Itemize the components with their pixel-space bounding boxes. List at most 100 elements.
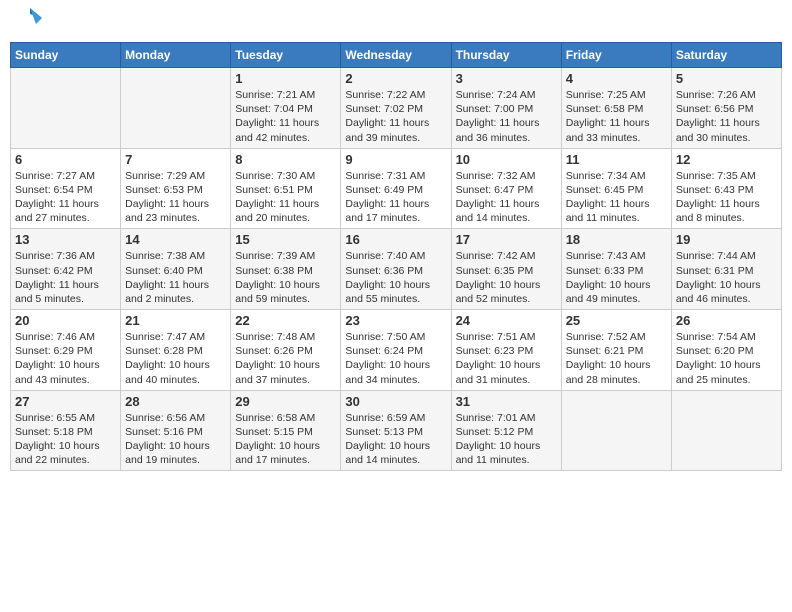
cell-day-number: 10 xyxy=(456,152,557,167)
calendar-cell: 30 Sunrise: 6:59 AM Sunset: 5:13 PM Dayli… xyxy=(341,390,451,471)
calendar-cell xyxy=(561,390,671,471)
cell-day-number: 31 xyxy=(456,394,557,409)
cell-info: Sunrise: 6:59 AM Sunset: 5:13 PM Dayligh… xyxy=(345,411,446,468)
cell-day-number: 27 xyxy=(15,394,116,409)
cell-day-number: 20 xyxy=(15,313,116,328)
calendar-week-row: 20 Sunrise: 7:46 AM Sunset: 6:29 PM Dayli… xyxy=(11,310,782,391)
calendar-week-row: 1Sunrise: 7:21 AM Sunset: 7:04 PM Daylig… xyxy=(11,68,782,149)
cell-day-number: 12 xyxy=(676,152,777,167)
calendar-cell: 28 Sunrise: 6:56 AM Sunset: 5:16 PM Dayli… xyxy=(121,390,231,471)
calendar-week-row: 13 Sunrise: 7:36 AM Sunset: 6:42 PM Dayli… xyxy=(11,229,782,310)
day-header-sunday: Sunday xyxy=(11,43,121,68)
cell-day-number: 13 xyxy=(15,232,116,247)
cell-day-number: 14 xyxy=(125,232,226,247)
cell-day-number: 18 xyxy=(566,232,667,247)
cell-day-number: 4 xyxy=(566,71,667,86)
cell-info: Sunrise: 7:27 AM Sunset: 6:54 PM Dayligh… xyxy=(15,169,116,226)
calendar-table: SundayMondayTuesdayWednesdayThursdayFrid… xyxy=(10,42,782,471)
calendar-week-row: 27 Sunrise: 6:55 AM Sunset: 5:18 PM Dayli… xyxy=(11,390,782,471)
cell-day-number: 19 xyxy=(676,232,777,247)
calendar-cell xyxy=(671,390,781,471)
calendar-cell: 12 Sunrise: 7:35 AM Sunset: 6:43 PM Dayli… xyxy=(671,148,781,229)
calendar-cell: 16 Sunrise: 7:40 AM Sunset: 6:36 PM Dayli… xyxy=(341,229,451,310)
calendar-cell xyxy=(11,68,121,149)
cell-day-number: 3 xyxy=(456,71,557,86)
cell-info: Sunrise: 7:54 AM Sunset: 6:20 PM Dayligh… xyxy=(676,330,777,387)
calendar-header-row: SundayMondayTuesdayWednesdayThursdayFrid… xyxy=(11,43,782,68)
cell-day-number: 16 xyxy=(345,232,446,247)
cell-info: Sunrise: 7:21 AM Sunset: 7:04 PM Dayligh… xyxy=(235,88,336,145)
calendar-cell: 6 Sunrise: 7:27 AM Sunset: 6:54 PM Daylig… xyxy=(11,148,121,229)
day-header-monday: Monday xyxy=(121,43,231,68)
calendar-cell: 25 Sunrise: 7:52 AM Sunset: 6:21 PM Dayli… xyxy=(561,310,671,391)
cell-day-number: 22 xyxy=(235,313,336,328)
cell-info: Sunrise: 7:34 AM Sunset: 6:45 PM Dayligh… xyxy=(566,169,667,226)
calendar-cell: 17 Sunrise: 7:42 AM Sunset: 6:35 PM Dayli… xyxy=(451,229,561,310)
calendar-cell: 26Sunrise: 7:54 AM Sunset: 6:20 PM Dayli… xyxy=(671,310,781,391)
calendar-cell: 9 Sunrise: 7:31 AM Sunset: 6:49 PM Daylig… xyxy=(341,148,451,229)
cell-info: Sunrise: 7:42 AM Sunset: 6:35 PM Dayligh… xyxy=(456,249,557,306)
cell-day-number: 6 xyxy=(15,152,116,167)
calendar-cell: 23Sunrise: 7:50 AM Sunset: 6:24 PM Dayli… xyxy=(341,310,451,391)
cell-info: Sunrise: 7:39 AM Sunset: 6:38 PM Dayligh… xyxy=(235,249,336,306)
cell-day-number: 7 xyxy=(125,152,226,167)
cell-day-number: 30 xyxy=(345,394,446,409)
cell-day-number: 17 xyxy=(456,232,557,247)
calendar-cell: 14 Sunrise: 7:38 AM Sunset: 6:40 PM Dayli… xyxy=(121,229,231,310)
calendar-cell: 10 Sunrise: 7:32 AM Sunset: 6:47 PM Dayli… xyxy=(451,148,561,229)
cell-info: Sunrise: 7:36 AM Sunset: 6:42 PM Dayligh… xyxy=(15,249,116,306)
calendar-cell: 13 Sunrise: 7:36 AM Sunset: 6:42 PM Dayli… xyxy=(11,229,121,310)
calendar-cell: 11Sunrise: 7:34 AM Sunset: 6:45 PM Dayli… xyxy=(561,148,671,229)
cell-info: Sunrise: 7:52 AM Sunset: 6:21 PM Dayligh… xyxy=(566,330,667,387)
calendar-cell: 21Sunrise: 7:47 AM Sunset: 6:28 PM Dayli… xyxy=(121,310,231,391)
day-header-thursday: Thursday xyxy=(451,43,561,68)
logo-icon xyxy=(16,4,44,32)
calendar-cell: 3 Sunrise: 7:24 AM Sunset: 7:00 PM Daylig… xyxy=(451,68,561,149)
calendar-cell: 18 Sunrise: 7:43 AM Sunset: 6:33 PM Dayli… xyxy=(561,229,671,310)
cell-info: Sunrise: 7:51 AM Sunset: 6:23 PM Dayligh… xyxy=(456,330,557,387)
cell-info: Sunrise: 7:38 AM Sunset: 6:40 PM Dayligh… xyxy=(125,249,226,306)
cell-info: Sunrise: 7:43 AM Sunset: 6:33 PM Dayligh… xyxy=(566,249,667,306)
cell-info: Sunrise: 6:58 AM Sunset: 5:15 PM Dayligh… xyxy=(235,411,336,468)
cell-info: Sunrise: 7:31 AM Sunset: 6:49 PM Dayligh… xyxy=(345,169,446,226)
calendar-cell: 7 Sunrise: 7:29 AM Sunset: 6:53 PM Daylig… xyxy=(121,148,231,229)
calendar-cell: 2 Sunrise: 7:22 AM Sunset: 7:02 PM Daylig… xyxy=(341,68,451,149)
logo xyxy=(14,10,44,34)
cell-day-number: 2 xyxy=(345,71,446,86)
cell-info: Sunrise: 7:32 AM Sunset: 6:47 PM Dayligh… xyxy=(456,169,557,226)
cell-day-number: 9 xyxy=(345,152,446,167)
day-header-saturday: Saturday xyxy=(671,43,781,68)
cell-info: Sunrise: 6:55 AM Sunset: 5:18 PM Dayligh… xyxy=(15,411,116,468)
cell-day-number: 24 xyxy=(456,313,557,328)
calendar-cell: 20 Sunrise: 7:46 AM Sunset: 6:29 PM Dayli… xyxy=(11,310,121,391)
cell-day-number: 25 xyxy=(566,313,667,328)
cell-info: Sunrise: 7:01 AM Sunset: 5:12 PM Dayligh… xyxy=(456,411,557,468)
calendar-cell: 24 Sunrise: 7:51 AM Sunset: 6:23 PM Dayli… xyxy=(451,310,561,391)
cell-info: Sunrise: 7:40 AM Sunset: 6:36 PM Dayligh… xyxy=(345,249,446,306)
cell-info: Sunrise: 7:48 AM Sunset: 6:26 PM Dayligh… xyxy=(235,330,336,387)
day-header-wednesday: Wednesday xyxy=(341,43,451,68)
cell-info: Sunrise: 7:47 AM Sunset: 6:28 PM Dayligh… xyxy=(125,330,226,387)
day-header-friday: Friday xyxy=(561,43,671,68)
calendar-cell: 1Sunrise: 7:21 AM Sunset: 7:04 PM Daylig… xyxy=(231,68,341,149)
calendar-cell: 19Sunrise: 7:44 AM Sunset: 6:31 PM Dayli… xyxy=(671,229,781,310)
calendar-cell: 15 Sunrise: 7:39 AM Sunset: 6:38 PM Dayli… xyxy=(231,229,341,310)
calendar-cell: 8Sunrise: 7:30 AM Sunset: 6:51 PM Daylig… xyxy=(231,148,341,229)
cell-info: Sunrise: 7:29 AM Sunset: 6:53 PM Dayligh… xyxy=(125,169,226,226)
calendar-cell xyxy=(121,68,231,149)
day-header-tuesday: Tuesday xyxy=(231,43,341,68)
cell-info: Sunrise: 7:30 AM Sunset: 6:51 PM Dayligh… xyxy=(235,169,336,226)
cell-info: Sunrise: 7:22 AM Sunset: 7:02 PM Dayligh… xyxy=(345,88,446,145)
cell-info: Sunrise: 7:50 AM Sunset: 6:24 PM Dayligh… xyxy=(345,330,446,387)
calendar-cell: 29Sunrise: 6:58 AM Sunset: 5:15 PM Dayli… xyxy=(231,390,341,471)
cell-info: Sunrise: 6:56 AM Sunset: 5:16 PM Dayligh… xyxy=(125,411,226,468)
cell-info: Sunrise: 7:46 AM Sunset: 6:29 PM Dayligh… xyxy=(15,330,116,387)
cell-day-number: 15 xyxy=(235,232,336,247)
cell-day-number: 28 xyxy=(125,394,226,409)
calendar-cell: 4Sunrise: 7:25 AM Sunset: 6:58 PM Daylig… xyxy=(561,68,671,149)
calendar-cell: 27 Sunrise: 6:55 AM Sunset: 5:18 PM Dayli… xyxy=(11,390,121,471)
calendar-cell: 31 Sunrise: 7:01 AM Sunset: 5:12 PM Dayli… xyxy=(451,390,561,471)
cell-info: Sunrise: 7:24 AM Sunset: 7:00 PM Dayligh… xyxy=(456,88,557,145)
calendar-week-row: 6 Sunrise: 7:27 AM Sunset: 6:54 PM Daylig… xyxy=(11,148,782,229)
cell-info: Sunrise: 7:35 AM Sunset: 6:43 PM Dayligh… xyxy=(676,169,777,226)
